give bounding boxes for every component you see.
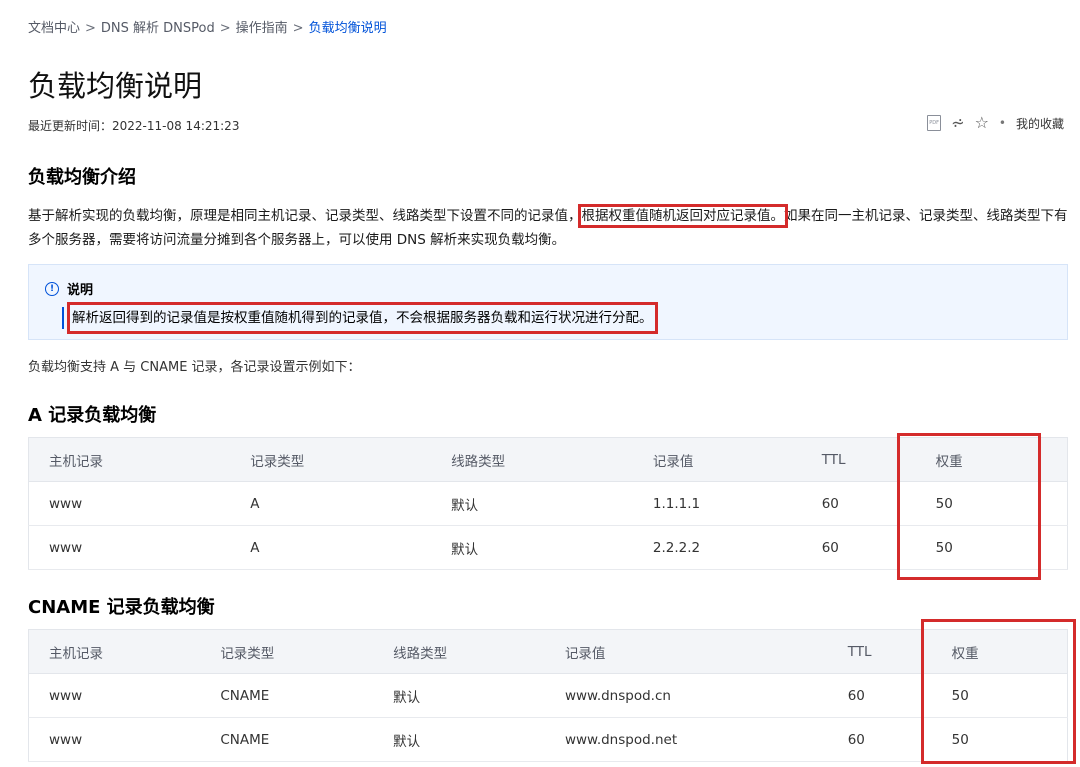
table-cell: www (28, 481, 231, 526)
weight-column-annotation (897, 433, 1041, 580)
section-heading-a-record: A 记录负载均衡 (28, 405, 157, 426)
favorites-link[interactable]: 我的收藏 (1016, 115, 1064, 132)
table-cell: 1.1.1.1 (632, 481, 802, 526)
note-title: 说明 (67, 283, 94, 298)
table-header-row: 主机记录 记录类型 线路类型 记录值 TTL 权重 (28, 629, 1068, 674)
star-outline-icon[interactable]: ☆ (975, 114, 989, 132)
column-header: 记录类型 (200, 629, 374, 674)
breadcrumb: 文档中心 > DNS 解析 DNSPod > 操作指南 > 负载均衡说明 (28, 17, 387, 36)
column-header: 主机记录 (28, 629, 201, 674)
pdf-icon[interactable]: PDF (927, 115, 942, 131)
last-updated: 最近更新时间：2022-11-08 14:21:23 (28, 119, 240, 133)
column-header: 线路类型 (373, 629, 545, 674)
intro-paragraph: 基于解析实现的负载均衡，原理是相同主机记录、记录类型、线路类型下设置不同的记录值… (28, 204, 1068, 252)
note-text: 解析返回得到的记录值是按权重值随机得到的记录值，不会根据服务器负载和运行状况进行… (67, 302, 658, 334)
separator-dot: • (998, 116, 1006, 130)
table-cell: 2.2.2.2 (632, 525, 802, 570)
note-callout: ! 说明 解析返回得到的记录值是按权重值随机得到的记录值，不会根据服务器负载和运… (28, 264, 1068, 340)
table-cell: CNAME (200, 673, 374, 718)
table-cell: 默认 (431, 481, 633, 526)
intro-text-before: 基于解析实现的负载均衡，原理是相同主机记录、记录类型、线路类型下设置不同的记录值… (28, 208, 582, 224)
table-cell: www.dnspod.net (544, 717, 828, 762)
column-header: 记录类型 (230, 437, 432, 482)
table-cell: www.dnspod.cn (544, 673, 828, 718)
breadcrumb-current[interactable]: 负载均衡说明 (309, 21, 387, 36)
weight-column-annotation (921, 619, 1076, 764)
column-header: 主机记录 (28, 437, 231, 482)
breadcrumb-link-dnspod[interactable]: DNS 解析 DNSPod (101, 21, 215, 36)
breadcrumb-link-guide[interactable]: 操作指南 (236, 21, 288, 36)
support-text: 负载均衡支持 A 与 CNAME 记录，各记录设置示例如下： (28, 360, 361, 375)
table-cell: 默认 (373, 717, 545, 762)
share-icon[interactable]: ⩫ (951, 114, 964, 132)
table-cell: 60 (827, 673, 932, 718)
table-cell: www (28, 525, 231, 570)
highlighted-phrase: 根据权重值随机返回对应记录值。 (577, 204, 788, 228)
table-cell: www (28, 717, 201, 762)
table-cell: A (230, 481, 432, 526)
table-cell: www (28, 673, 201, 718)
breadcrumb-separator: > (85, 21, 96, 36)
table-cell: A (230, 525, 432, 570)
column-header: 线路类型 (431, 437, 633, 482)
section-heading-intro: 负载均衡介绍 (28, 167, 136, 188)
column-header: 记录值 (544, 629, 828, 674)
breadcrumb-link-docs[interactable]: 文档中心 (28, 21, 80, 36)
info-icon: ! (45, 281, 59, 296)
table-cell: CNAME (200, 717, 374, 762)
table-row: www CNAME 默认 www.dnspod.cn 60 50 (28, 673, 1068, 718)
note-header: ! 说明 (45, 279, 93, 298)
table-cell: 60 (827, 717, 932, 762)
table-row: www CNAME 默认 www.dnspod.net 60 50 (28, 717, 1068, 762)
section-heading-cname-record: CNAME 记录负载均衡 (28, 597, 215, 618)
table-cell: 默认 (431, 525, 633, 570)
column-header: TTL (827, 629, 932, 674)
column-header: 记录值 (632, 437, 802, 482)
page-toolbar: PDF ⩫ ☆ • 我的收藏 (927, 114, 1064, 132)
breadcrumb-separator: > (292, 21, 304, 36)
cname-record-table: 主机记录 记录类型 线路类型 记录值 TTL 权重 www CNAME 默认 w… (28, 629, 1068, 762)
note-accent-bar (62, 307, 64, 329)
page-title: 负载均衡说明 (28, 69, 203, 103)
breadcrumb-separator: > (219, 21, 231, 36)
table-cell: 默认 (373, 673, 545, 718)
